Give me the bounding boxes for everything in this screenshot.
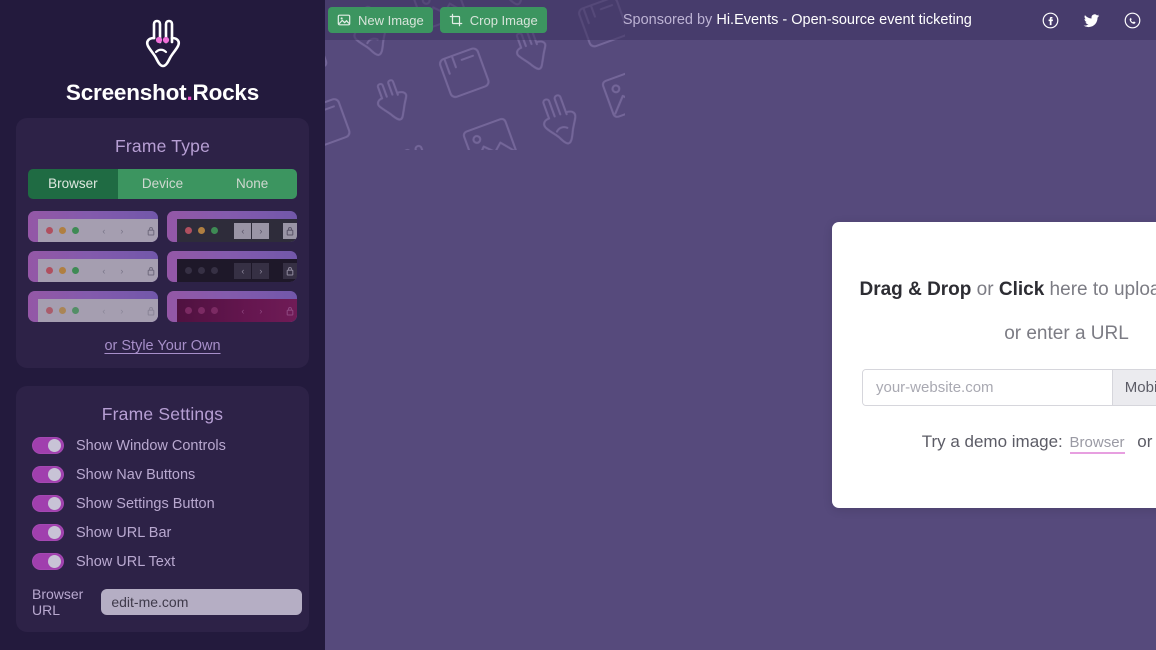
new-image-label: New Image xyxy=(358,12,424,28)
logo-text-main: Screenshot xyxy=(65,80,187,105)
setting-show-settings-button[interactable]: Show Settings Button xyxy=(32,495,297,512)
window-controls-icon xyxy=(185,307,219,315)
rock-hand-icon xyxy=(145,19,180,68)
lock-icon xyxy=(144,303,158,319)
toggle-show-nav-buttons[interactable] xyxy=(32,466,64,483)
drag-drop-or: or xyxy=(971,278,999,300)
new-image-button[interactable]: New Image xyxy=(328,7,433,33)
setting-show-nav-buttons[interactable]: Show Nav Buttons xyxy=(32,466,297,483)
lock-icon xyxy=(283,262,297,279)
twitter-icon[interactable] xyxy=(1082,11,1101,30)
drag-drop-bold: Drag & Drop xyxy=(859,278,972,300)
setting-label: Show Nav Buttons xyxy=(76,466,196,483)
logo[interactable]: Screenshot.Rocks xyxy=(0,0,325,106)
demo-browser-link[interactable]: Browser xyxy=(1069,433,1125,454)
window-controls-icon xyxy=(46,227,80,235)
whatsapp-icon[interactable] xyxy=(1123,11,1142,30)
toggle-show-window-controls[interactable] xyxy=(32,437,64,454)
demo-or: or xyxy=(1137,431,1153,451)
crop-image-button[interactable]: Crop Image xyxy=(439,7,547,33)
nav-buttons-icon: ‹ › xyxy=(102,305,124,316)
frame-preview-dark-1[interactable]: ‹ › xyxy=(167,211,297,242)
app-root: Screenshot.Rocks Frame Type Browser Devi… xyxy=(0,0,1156,650)
sidebar: Screenshot.Rocks Frame Type Browser Devi… xyxy=(0,0,325,650)
frame-type-title: Frame Type xyxy=(114,136,211,156)
frame-preview-black-1[interactable]: ‹ › xyxy=(167,251,297,282)
tab-device[interactable]: Device xyxy=(117,169,208,199)
style-your-own-link[interactable]: or Style Your Own xyxy=(28,338,297,354)
window-controls-icon xyxy=(46,267,80,275)
drag-drop-text: Drag & Drop or Click here to upload an i… xyxy=(860,279,1156,301)
sponsored-prefix: Sponsored by xyxy=(622,12,713,28)
browser-url-input[interactable] xyxy=(101,589,303,615)
nav-buttons-icon: ‹ › xyxy=(102,225,124,236)
window-controls-icon xyxy=(46,307,80,315)
demo-prefix: Try a demo image: xyxy=(921,431,1063,451)
enter-url-text: or enter a URL xyxy=(1004,322,1129,344)
mobile-option[interactable]: Mobile xyxy=(1111,369,1156,405)
setting-show-url-bar[interactable]: Show URL Bar xyxy=(32,524,297,541)
image-icon xyxy=(337,14,351,26)
sponsor-link[interactable]: Hi.Events - Open-source event ticketing xyxy=(716,12,971,28)
setting-label: Show URL Bar xyxy=(76,524,172,541)
lock-icon xyxy=(144,223,158,239)
url-input-group: Mobile Go xyxy=(862,368,1156,406)
nav-buttons-icon: ‹ › xyxy=(102,265,124,276)
frame-settings-card: Frame Settings Show Window Controls Show… xyxy=(16,386,309,632)
canvas-area: New Image Crop Image Sponsored by Hi.Eve… xyxy=(325,0,1156,650)
frame-preview-light-2[interactable]: ‹ › xyxy=(28,251,158,282)
tab-browser[interactable]: Browser xyxy=(28,169,118,199)
logo-text-suffix: Rocks xyxy=(192,80,260,105)
lock-icon xyxy=(283,222,297,239)
frame-settings-title: Frame Settings xyxy=(101,404,224,424)
mobile-label: Mobile xyxy=(1124,378,1156,396)
click-bold: Click xyxy=(998,278,1045,300)
toggle-show-settings-button[interactable] xyxy=(32,495,64,512)
window-controls-icon xyxy=(185,227,219,235)
browser-url-row: Browser URL xyxy=(32,586,303,618)
crop-image-label: Crop Image xyxy=(469,12,538,28)
top-toolbar: New Image Crop Image Sponsored by Hi.Eve… xyxy=(325,0,1156,40)
nav-buttons-icon: ‹ › xyxy=(241,305,263,316)
setting-label: Show Window Controls xyxy=(76,437,226,454)
crop-icon xyxy=(449,13,463,27)
toggle-show-url-text[interactable] xyxy=(32,553,64,570)
setting-label: Show URL Text xyxy=(76,553,176,570)
drag-drop-rest: here to upload an image… xyxy=(1049,278,1156,300)
upload-dropzone[interactable]: Drag & Drop or Click here to upload an i… xyxy=(832,222,1156,508)
setting-label: Show Settings Button xyxy=(76,495,215,512)
setting-show-url-text[interactable]: Show URL Text xyxy=(32,553,297,570)
frame-type-card: Frame Type Browser Device None ‹ › ‹ › ‹… xyxy=(16,118,309,368)
lock-icon xyxy=(144,263,158,279)
logo-text: Screenshot.Rocks xyxy=(66,80,259,106)
setting-show-window-controls[interactable]: Show Window Controls xyxy=(32,437,297,454)
demo-image-row: Try a demo image: Browser or Mobile xyxy=(921,431,1156,454)
toggle-show-url-bar[interactable] xyxy=(32,524,64,541)
window-controls-icon xyxy=(185,267,219,275)
nav-buttons-icon: ‹ › xyxy=(234,222,270,239)
sponsor-banner: Sponsored by Hi.Events - Open-source eve… xyxy=(554,12,1041,28)
social-links xyxy=(1041,11,1142,30)
frame-preview-magenta-1[interactable]: ‹ › xyxy=(167,291,297,322)
browser-url-label: Browser URL xyxy=(32,586,84,618)
frame-preview-grid: ‹ › ‹ › ‹ › ‹ › ‹ › ‹ › xyxy=(28,211,297,322)
tab-none[interactable]: None xyxy=(207,169,297,199)
frame-type-tabs: Browser Device None xyxy=(28,169,297,199)
lock-icon xyxy=(283,303,297,319)
nav-buttons-icon: ‹ › xyxy=(234,262,270,279)
frame-preview-light-1[interactable]: ‹ › xyxy=(28,211,158,242)
facebook-icon[interactable] xyxy=(1041,11,1060,30)
website-url-input[interactable] xyxy=(863,369,1112,405)
frame-preview-plain-1[interactable]: ‹ › xyxy=(28,291,158,322)
